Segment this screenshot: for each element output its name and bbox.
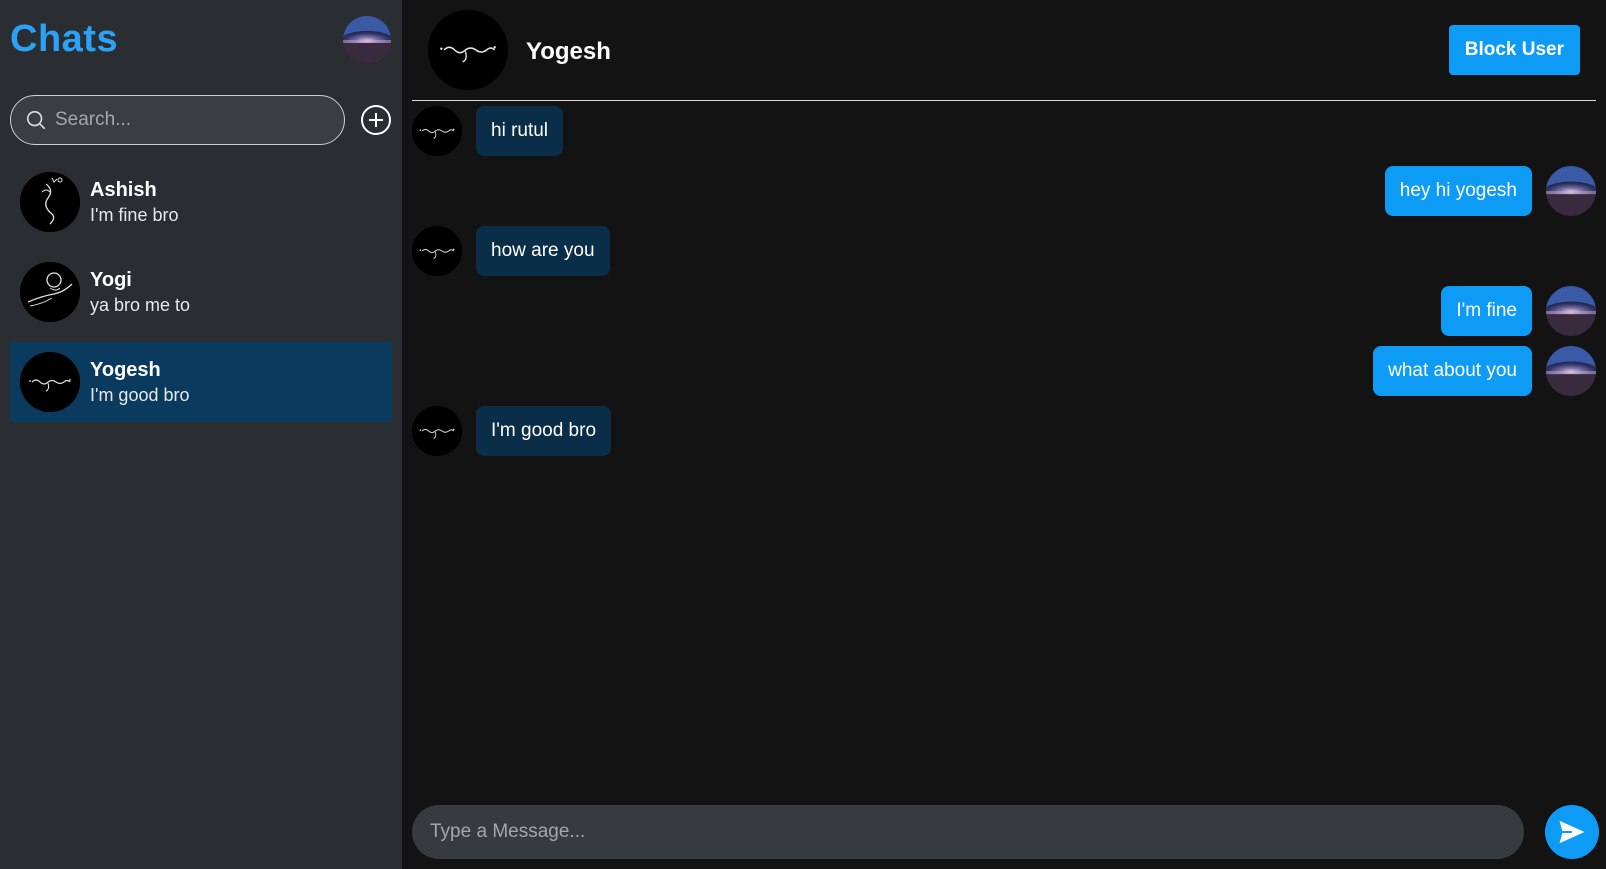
- contact-item-ashish[interactable]: Ashish I'm fine bro: [10, 162, 392, 242]
- contact-avatar: [20, 172, 80, 232]
- send-button[interactable]: [1545, 805, 1599, 859]
- contact-last-message: I'm good bro: [90, 385, 190, 405]
- message-bubble: I'm fine: [1441, 286, 1532, 336]
- contact-name: Ashish: [90, 179, 157, 201]
- message-sent: I'm fine: [412, 286, 1596, 336]
- contact-list: Ashish I'm fine bro Yogi ya bro me to Yo…: [10, 162, 392, 432]
- contact-item-yogesh[interactable]: Yogesh I'm good bro: [10, 342, 392, 422]
- sender-avatar: [1546, 346, 1596, 396]
- contact-last-message: I'm fine bro: [90, 205, 179, 225]
- chat-app: Chats Search... Ashish I'm fine bro Yogi…: [0, 0, 1606, 869]
- sender-avatar: [412, 106, 462, 156]
- message-received: how are you: [412, 226, 1596, 276]
- sender-avatar: [1546, 166, 1596, 216]
- message-received: hi rutul: [412, 106, 1596, 156]
- contact-avatar: [20, 262, 80, 322]
- search-input[interactable]: [53, 108, 344, 132]
- plus-circle-icon: [361, 105, 391, 135]
- contact-name: Yogi: [90, 269, 132, 291]
- message-received: I'm good bro: [412, 406, 1596, 456]
- message-sent: what about you: [412, 346, 1596, 396]
- sender-avatar: [412, 406, 462, 456]
- current-user-avatar[interactable]: [343, 16, 391, 64]
- message-input[interactable]: [428, 820, 1524, 844]
- contact-avatar: [20, 352, 80, 412]
- chat-contact-name: Yogesh: [526, 38, 611, 65]
- sender-avatar: [412, 226, 462, 276]
- contact-name: Yogesh: [90, 359, 161, 381]
- contact-last-message: ya bro me to: [90, 295, 191, 315]
- chat-header: Yogesh Block User: [412, 0, 1596, 101]
- block-user-button[interactable]: Block User: [1448, 25, 1580, 75]
- message-bubble: hey hi yogesh: [1384, 166, 1532, 216]
- message-sent: hey hi yogesh: [412, 166, 1596, 216]
- sender-avatar: [1546, 286, 1596, 336]
- send-icon: [1559, 820, 1585, 844]
- search-icon: [26, 110, 46, 130]
- message-bubble: I'm good bro: [476, 406, 612, 456]
- chat-contact-avatar[interactable]: [428, 10, 508, 90]
- message-bubble: what about you: [1373, 346, 1532, 396]
- message-bubble: hi rutul: [476, 106, 564, 156]
- sidebar: Chats Search... Ashish I'm fine bro Yogi…: [0, 0, 402, 869]
- message-list: hi rutul hey hi yogesh how are you I'm f…: [412, 106, 1596, 466]
- sidebar-title: Chats: [10, 18, 119, 60]
- contact-item-yogi[interactable]: Yogi ya bro me to: [10, 252, 392, 332]
- search-box: [10, 95, 345, 145]
- add-chat-button[interactable]: [360, 104, 392, 136]
- chat-pane: Yogesh Block User hi rutul hey hi yogesh…: [402, 0, 1606, 869]
- message-composer: [412, 805, 1524, 859]
- message-bubble: how are you: [476, 226, 610, 276]
